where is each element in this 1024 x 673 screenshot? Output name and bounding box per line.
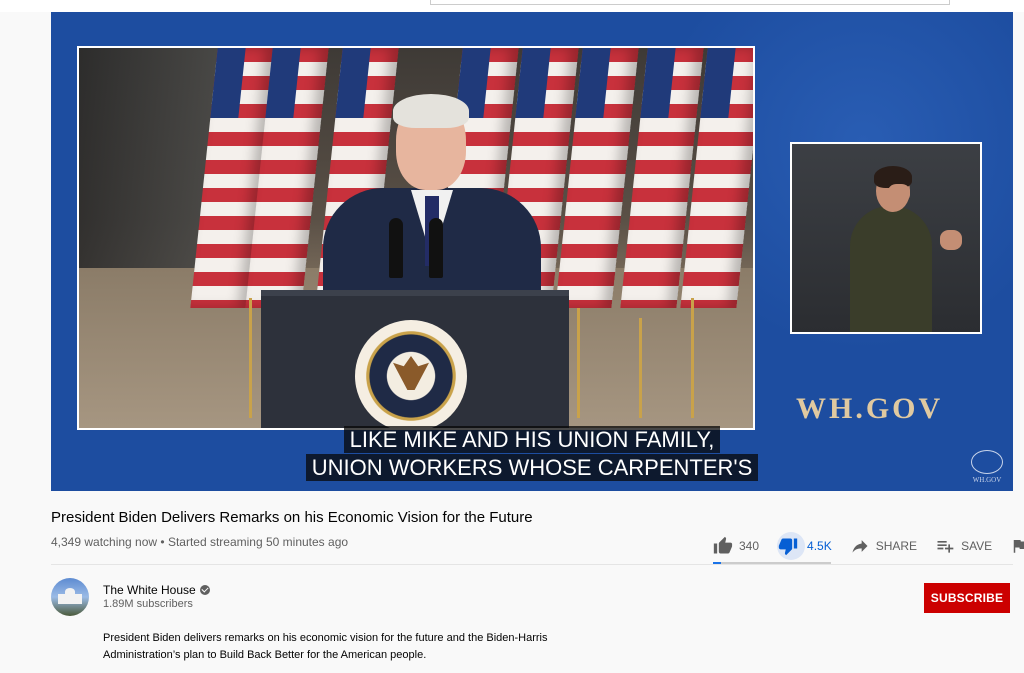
video-description: President Biden delivers remarks on his …: [103, 630, 623, 664]
top-bar: [0, 0, 1024, 12]
speaker-video-frame: [77, 46, 755, 430]
share-label: SHARE: [875, 539, 918, 553]
thumbs-down-icon: [778, 538, 798, 556]
wh-gov-watermark: WH.GOV: [796, 392, 944, 425]
channel-name[interactable]: The White House: [103, 583, 210, 597]
description-line-1: President Biden delivers remarks on his …: [103, 632, 548, 644]
caption-text: UNION WORKERS WHOSE CARPENTER'S: [305, 454, 759, 481]
caption-line-2: UNION WORKERS WHOSE CARPENTER'S: [51, 454, 1013, 482]
caption-line-1: LIKE MIKE AND HIS UNION FAMILY,: [51, 426, 1013, 454]
flag-pole: [691, 298, 694, 418]
microphone: [389, 218, 403, 278]
like-count: 340: [739, 539, 760, 553]
subscriber-count: 1.89M subscribers: [103, 598, 193, 610]
channel-name-text[interactable]: The White House: [103, 583, 196, 597]
flag-icon: [1013, 540, 1024, 553]
video-title: President Biden Delivers Remarks on his …: [51, 509, 533, 526]
save-button[interactable]: SAVE: [935, 536, 992, 556]
dislike-button[interactable]: 4.5K: [777, 532, 832, 560]
dislike-count: 4.5K: [807, 539, 832, 553]
presidential-seal-icon: [355, 320, 467, 428]
verified-icon: [199, 585, 210, 595]
thumbs-up-icon: [713, 536, 733, 554]
description-line-2: Administration’s plan to Build Back Bett…: [103, 649, 427, 661]
video-player[interactable]: WH.GOV WH.GOV LIKE MIKE AND HIS UNION FA…: [51, 12, 1013, 491]
playlist-add-icon: [937, 541, 954, 553]
save-label: SAVE: [961, 539, 993, 553]
report-button[interactable]: [1010, 537, 1024, 555]
flag-pole: [577, 308, 580, 418]
video-meta: 4,349 watching now • Started streaming 5…: [51, 535, 349, 549]
dislike-active-indicator: [777, 532, 806, 560]
like-button[interactable]: 340: [713, 536, 759, 556]
search-box-edge[interactable]: [430, 0, 950, 5]
subscribe-button[interactable]: SUBSCRIBE: [924, 583, 1010, 613]
share-button[interactable]: SHARE: [850, 536, 917, 556]
flag-pole: [639, 318, 642, 418]
podium: [261, 290, 569, 428]
share-icon: [852, 540, 868, 553]
video-actions: 340 4.5K SHARE SAVE: [713, 532, 1024, 560]
caption-text: LIKE MIKE AND HIS UNION FAMILY,: [343, 426, 721, 453]
channel-avatar[interactable]: [51, 578, 89, 616]
sign-language-interpreter-frame: [790, 142, 982, 334]
microphone: [429, 218, 443, 278]
flag-pole: [249, 298, 252, 418]
divider: [51, 564, 1013, 565]
